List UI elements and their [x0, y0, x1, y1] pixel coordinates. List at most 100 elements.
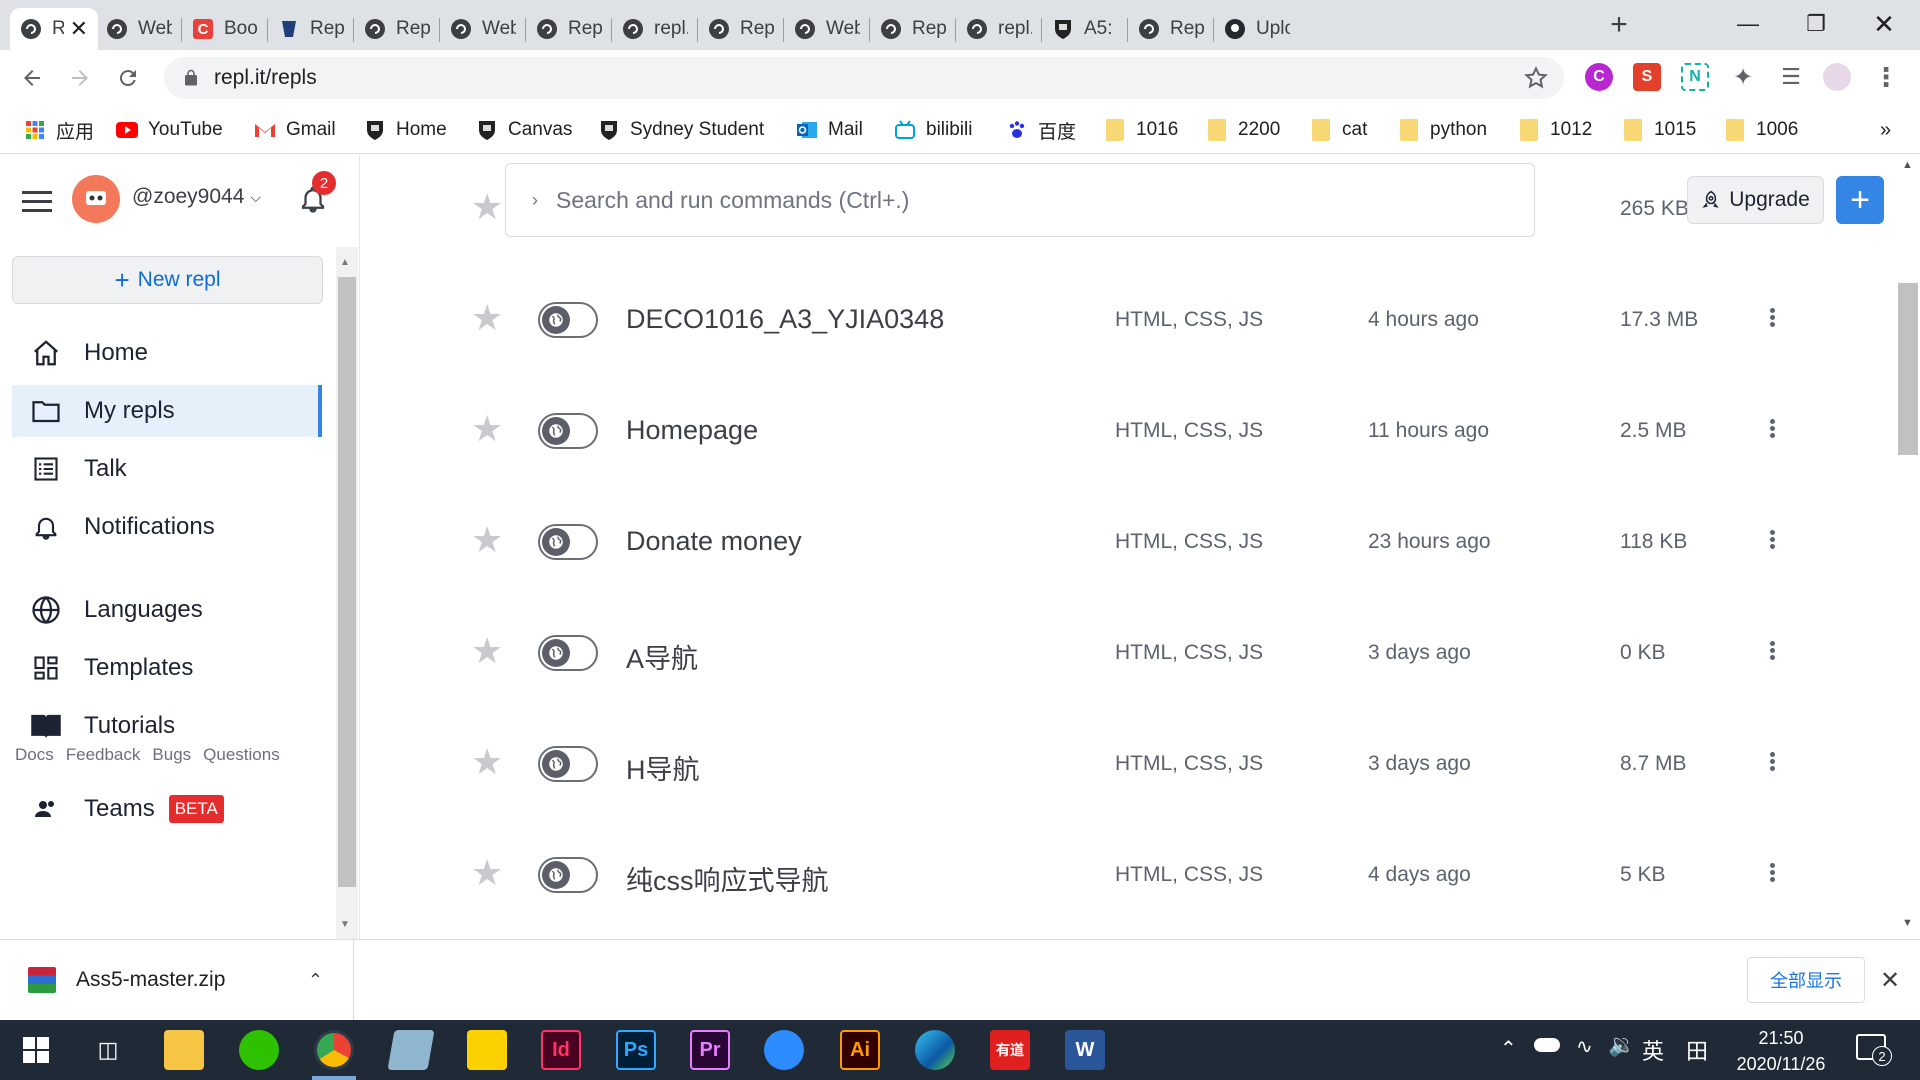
more-options-icon[interactable]: [1762, 861, 1782, 889]
more-options-icon[interactable]: [1762, 750, 1782, 778]
privacy-toggle[interactable]: [538, 302, 598, 338]
more-options-icon[interactable]: [1762, 528, 1782, 556]
browser-tab[interactable]: Web: [784, 8, 870, 50]
repl-row[interactable]: ★ Donate money HTML, CSS, JS 23 hours ago 11…: [361, 487, 1881, 598]
premiere-icon[interactable]: Pr: [690, 1030, 730, 1070]
browser-tab[interactable]: Repo: [268, 8, 354, 50]
browser-tab[interactable]: Repl.: [698, 8, 784, 50]
browser-tab[interactable]: A5: V: [1042, 8, 1128, 50]
extension-n-icon[interactable]: N: [1681, 63, 1709, 91]
chevron-up-icon[interactable]: ⌃: [308, 970, 323, 991]
sidebar-item-home[interactable]: Home: [12, 327, 322, 379]
create-repl-plus-button[interactable]: +: [1836, 176, 1884, 224]
user-menu[interactable]: @zoey9044 ⌵: [132, 185, 261, 209]
zoom-icon[interactable]: [764, 1030, 804, 1070]
privacy-toggle[interactable]: [538, 524, 598, 560]
more-options-icon[interactable]: [1762, 306, 1782, 334]
bookmark-item[interactable]: 百度: [1006, 116, 1076, 144]
show-all-downloads-button[interactable]: 全部显示: [1747, 957, 1865, 1003]
bookmark-item[interactable]: Sydney Student: [598, 116, 764, 144]
browser-tab[interactable]: C Boot: [182, 8, 268, 50]
search-input[interactable]: › Search and run commands (Ctrl+.): [505, 163, 1535, 237]
footer-link-docs[interactable]: Docs: [15, 745, 54, 764]
close-window-button[interactable]: ✕: [1854, 6, 1914, 42]
browser-tab[interactable]: Web: [96, 8, 182, 50]
repl-name[interactable]: Homepage: [626, 415, 758, 446]
wifi-icon[interactable]: ∿: [1576, 1034, 1593, 1059]
download-item[interactable]: Ass5-master.zip ⌃: [0, 940, 354, 1020]
more-options-icon[interactable]: [1762, 417, 1782, 445]
star-icon[interactable]: ★: [471, 522, 507, 558]
windows-start-icon[interactable]: [16, 1030, 56, 1070]
star-icon[interactable]: ★: [471, 855, 507, 891]
bookmark-item[interactable]: cat: [1310, 116, 1367, 144]
chrome-menu-icon[interactable]: ⋮: [1872, 62, 1900, 92]
repl-name[interactable]: 纯css响应式导航: [626, 859, 829, 898]
bookmark-item[interactable]: YouTube: [116, 116, 223, 144]
browser-tab[interactable]: Repl.: [354, 8, 440, 50]
bookmark-item[interactable]: Home: [364, 116, 447, 144]
privacy-toggle[interactable]: [538, 413, 598, 449]
privacy-toggle[interactable]: [538, 857, 598, 893]
sidebar-item-teams[interactable]: Teams BETA: [12, 783, 322, 835]
hamburger-menu-icon[interactable]: [22, 191, 52, 213]
repl-row[interactable]: ★ A导航 HTML, CSS, JS 3 days ago 0 KB: [361, 598, 1881, 709]
file-explorer-icon[interactable]: [164, 1030, 204, 1070]
browser-tab[interactable]: Repl.: [870, 8, 956, 50]
more-options-icon[interactable]: [1762, 639, 1782, 667]
bookmark-item[interactable]: 1012: [1518, 116, 1592, 144]
notifications-bell-button[interactable]: 2: [298, 171, 336, 217]
close-download-shelf-icon[interactable]: ✕: [1880, 966, 1900, 995]
avatar[interactable]: [72, 175, 120, 223]
browser-tab[interactable]: repl.i: [612, 8, 698, 50]
repl-row[interactable]: ★ H导航 HTML, CSS, JS 3 days ago 8.7 MB: [361, 709, 1881, 820]
browser-tab[interactable]: Re ✕: [10, 8, 98, 50]
sidebar-item-my-repls[interactable]: My repls: [12, 385, 322, 437]
browser-tab[interactable]: Repl.: [1128, 8, 1214, 50]
new-repl-button[interactable]: + New repl: [12, 256, 323, 304]
browser-tab[interactable]: Uplo: [1214, 8, 1300, 50]
bookmark-item[interactable]: bilibili: [894, 116, 972, 144]
bookmark-item[interactable]: python: [1398, 116, 1487, 144]
extension-c-icon[interactable]: C: [1585, 63, 1613, 91]
page-scrollbar[interactable]: ▲ ▼: [1896, 155, 1920, 939]
edge-icon[interactable]: [915, 1030, 955, 1070]
sidebar-item-notifications[interactable]: Notifications: [12, 501, 322, 553]
reload-button[interactable]: [110, 60, 146, 96]
repl-row[interactable]: ★ 纯css响应式导航 HTML, CSS, JS 4 days ago 5 KB: [361, 820, 1881, 931]
bookmark-item[interactable]: Gmail: [254, 116, 336, 144]
notepad-icon[interactable]: [387, 1030, 435, 1070]
browser-tab[interactable]: Web: [440, 8, 526, 50]
bookmark-item[interactable]: 1016: [1104, 116, 1178, 144]
privacy-toggle[interactable]: [538, 635, 598, 671]
sidebar-item-templates[interactable]: Templates: [12, 642, 322, 694]
footer-link-questions[interactable]: Questions: [203, 745, 280, 764]
repl-name[interactable]: H导航: [626, 748, 700, 787]
address-bar[interactable]: repl.it/repls: [164, 57, 1564, 99]
youdao-icon[interactable]: 有道: [990, 1030, 1030, 1070]
extension-s-icon[interactable]: S: [1633, 63, 1661, 91]
ime-mode-icon[interactable]: 田: [1686, 1034, 1708, 1066]
footer-link-feedback[interactable]: Feedback: [66, 745, 141, 764]
repl-name[interactable]: A导航: [626, 637, 698, 676]
bookmark-item[interactable]: 1015: [1622, 116, 1696, 144]
close-tab-icon[interactable]: ✕: [70, 16, 88, 42]
photoshop-icon[interactable]: Ps: [616, 1030, 656, 1070]
extensions-puzzle-icon[interactable]: ✦: [1729, 63, 1757, 91]
new-tab-button[interactable]: +: [1604, 8, 1634, 41]
minimize-button[interactable]: —: [1718, 6, 1778, 42]
bookmark-item[interactable]: 2200: [1206, 116, 1280, 144]
bookmark-star-icon[interactable]: [1524, 66, 1548, 90]
clock[interactable]: 21:50 2020/11/26: [1730, 1025, 1832, 1077]
wechat-icon[interactable]: [239, 1030, 279, 1070]
profile-avatar[interactable]: [1823, 63, 1851, 91]
repl-row[interactable]: ★ DECO1016_A3_YJIA0348 HTML, CSS, JS 4 hour…: [361, 265, 1881, 376]
star-icon[interactable]: ★: [471, 189, 507, 225]
sticky-notes-icon[interactable]: [467, 1030, 507, 1070]
star-icon[interactable]: ★: [471, 744, 507, 780]
repl-row[interactable]: ★ Homepage HTML, CSS, JS 11 hours ago 2.5 MB: [361, 376, 1881, 487]
footer-link-bugs[interactable]: Bugs: [152, 745, 191, 764]
restore-button[interactable]: ❐: [1786, 6, 1846, 42]
action-center-icon[interactable]: 2: [1856, 1034, 1892, 1066]
ime-indicator[interactable]: 英: [1642, 1034, 1664, 1066]
